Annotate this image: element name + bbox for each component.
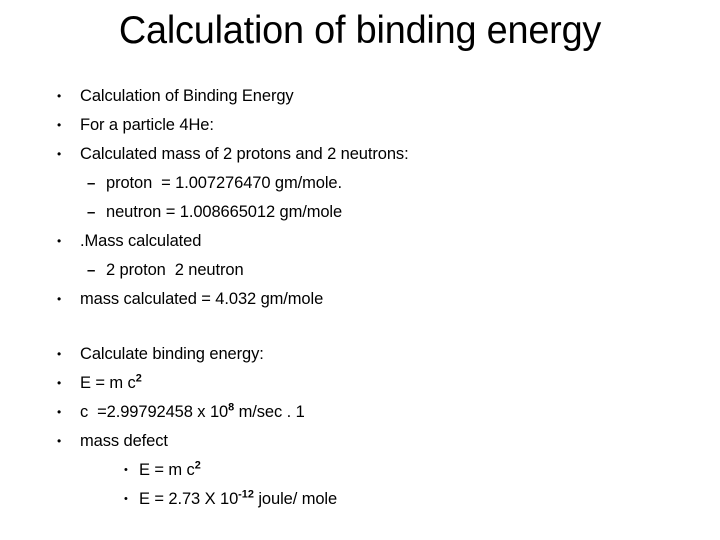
round-bullet-icon: • [57, 347, 62, 361]
page-title: Calculation of binding energy [118, 9, 602, 52]
bullet-line: • c =2.99792458 x 108 m/sec . 1 [0, 398, 720, 427]
round-bullet-icon: • [57, 234, 62, 248]
superscript: 2 [135, 372, 142, 385]
bullet-line: • Calculation of Binding Energy [0, 82, 720, 111]
round-bullet-icon: • [57, 405, 62, 419]
bullet-line: • mass calculated = 4.032 gm/mole [0, 285, 720, 314]
round-bullet-icon: • [57, 292, 62, 306]
bullet-text: 2 proton 2 neutron [106, 261, 244, 279]
bullet-line: • E = m c2 [0, 369, 720, 398]
slide: Calculation of binding energy • Calculati… [0, 0, 720, 540]
round-bullet-icon: • [57, 89, 62, 103]
superscript: -12 [238, 488, 254, 501]
bullet-line: – proton = 1.007276470 gm/mole. [0, 169, 720, 198]
bullet-text: mass calculated = 4.032 gm/mole [80, 290, 324, 308]
bullet-text: mass defect [80, 432, 168, 450]
bullet-text: Calculated mass of 2 protons and 2 neutr… [80, 145, 409, 163]
bullet-text: c =2.99792458 x 10 [80, 403, 229, 421]
bullet-line: • .Mass calculated [0, 227, 720, 256]
bullet-text: E = m c [80, 374, 136, 392]
round-bullet-icon: • [124, 493, 128, 505]
bullet-block: • Calculate binding energy: • E = m c2 • c =2… [0, 340, 720, 514]
bullet-text: E = 2.73 X 10 [139, 490, 239, 508]
dash-bullet-icon: – [87, 204, 96, 221]
bullet-line: – neutron = 1.008665012 gm/mole [0, 198, 720, 227]
bullet-line: • mass defect [0, 427, 720, 456]
bullet-text-tail: m/sec . 1 [234, 403, 305, 421]
bullet-text: proton = 1.007276470 gm/mole. [106, 174, 342, 192]
bullet-line: • E = 2.73 X 10-12 joule/ mole [0, 485, 720, 514]
dash-bullet-icon: – [87, 262, 96, 279]
superscript: 2 [194, 459, 201, 472]
bullet-block: • Calculation of Binding Energy • For a par… [0, 82, 720, 314]
bullet-text: Calculate binding energy: [80, 345, 264, 363]
bullet-line: • E = m c2 [0, 456, 720, 485]
bullet-text: Calculation of Binding Energy [80, 87, 294, 105]
bullet-text: neutron = 1.008665012 gm/mole [106, 203, 343, 221]
bullet-text-tail: joule/ mole [253, 490, 338, 508]
round-bullet-icon: • [57, 147, 62, 161]
bullet-text: For a particle 4He: [80, 116, 214, 134]
round-bullet-icon: • [57, 434, 62, 448]
round-bullet-icon: • [57, 118, 62, 132]
dash-bullet-icon: – [87, 175, 96, 192]
slide-body: • Calculation of Binding Energy • For a par… [0, 82, 720, 514]
bullet-text: .Mass calculated [80, 232, 202, 250]
bullet-text: E = m c [139, 461, 195, 479]
bullet-line: –2 proton 2 neutron [0, 256, 720, 285]
bullet-line: • Calculate binding energy: [0, 340, 720, 369]
round-bullet-icon: • [124, 464, 128, 476]
bullet-line: • Calculated mass of 2 protons and 2 neut… [0, 140, 720, 169]
round-bullet-icon: • [57, 376, 62, 390]
bullet-line: • For a particle 4He: [0, 111, 720, 140]
